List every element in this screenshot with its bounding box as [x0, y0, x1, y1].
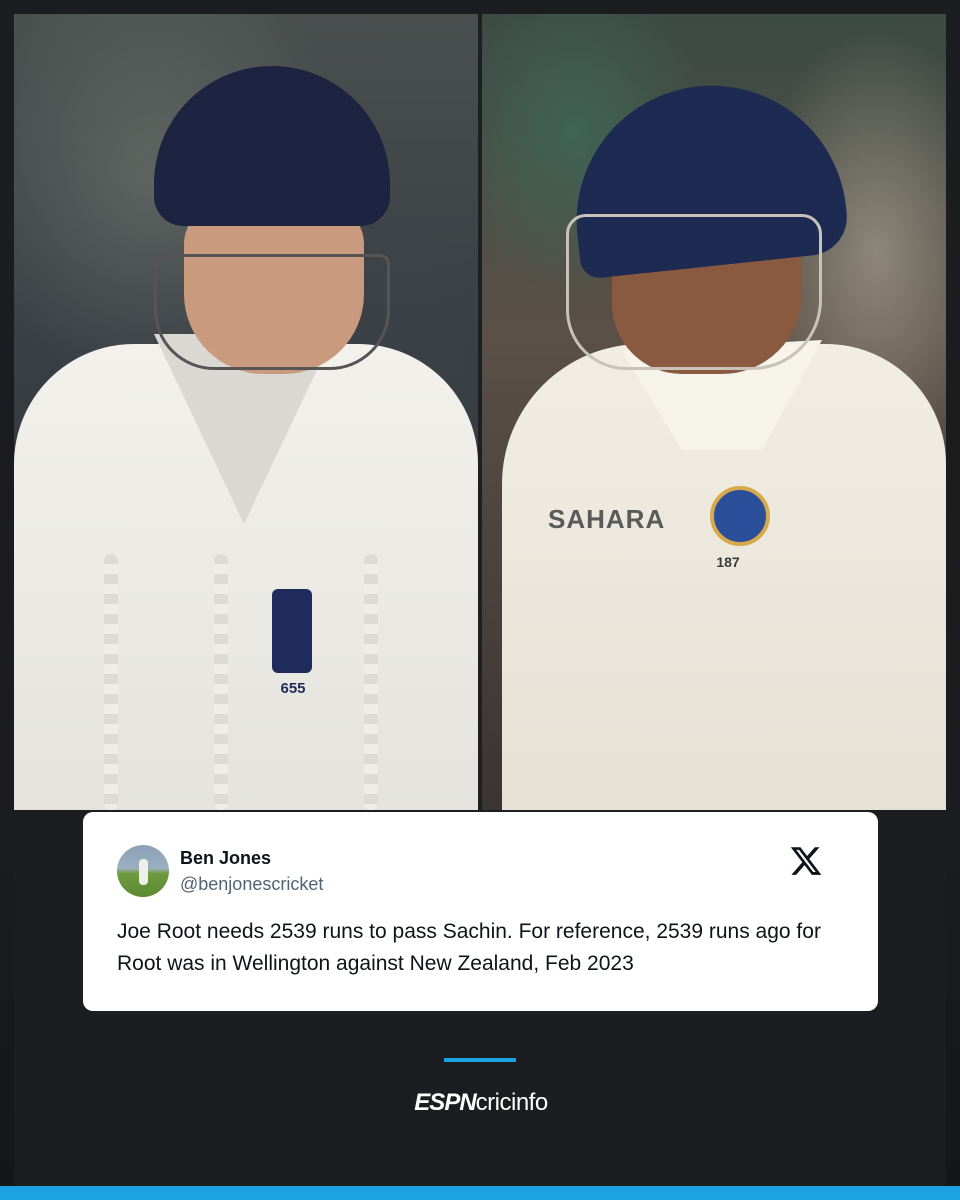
tweet-author-handle[interactable]: @benjonescricket: [180, 874, 323, 895]
tweet-text: Joe Root needs 2539 runs to pass Sachin.…: [117, 920, 821, 975]
england-helmet: [154, 66, 390, 226]
accent-bottom-bar: [0, 1186, 960, 1200]
tweet-card[interactable]: Ben Jones @benjonescricket Joe Root need…: [83, 812, 878, 1011]
tweet-author-name[interactable]: Ben Jones: [180, 848, 271, 869]
accent-line: [444, 1058, 516, 1062]
shirt-sponsor: SAHARA: [548, 504, 666, 534]
avatar[interactable]: [117, 845, 169, 897]
x-logo-icon[interactable]: [789, 844, 823, 878]
avatar-figure: [139, 859, 148, 885]
england-crest-icon: [272, 589, 312, 673]
helmet-grille: [566, 214, 822, 370]
post-frame: 655 SAHARA 187 Ben Jones @benjonescricke…: [0, 0, 960, 1200]
helmet-grille: [154, 254, 390, 370]
sweater-cable: [104, 554, 118, 810]
india-crest-icon: [710, 486, 770, 546]
sweater-cable: [364, 554, 378, 810]
logo-espn: ESPN: [414, 1089, 476, 1116]
logo-cricinfo: cricinfo: [475, 1089, 549, 1116]
espncricinfo-logo: ESPNcricinfo: [400, 1088, 562, 1118]
shirt-number-left: 655: [280, 680, 306, 697]
shirt-number-right: 187: [716, 554, 740, 570]
joe-root-photo: 655: [14, 14, 478, 810]
sachin-tendulkar-photo: SAHARA 187: [482, 14, 946, 810]
sweater-cable: [214, 554, 228, 810]
